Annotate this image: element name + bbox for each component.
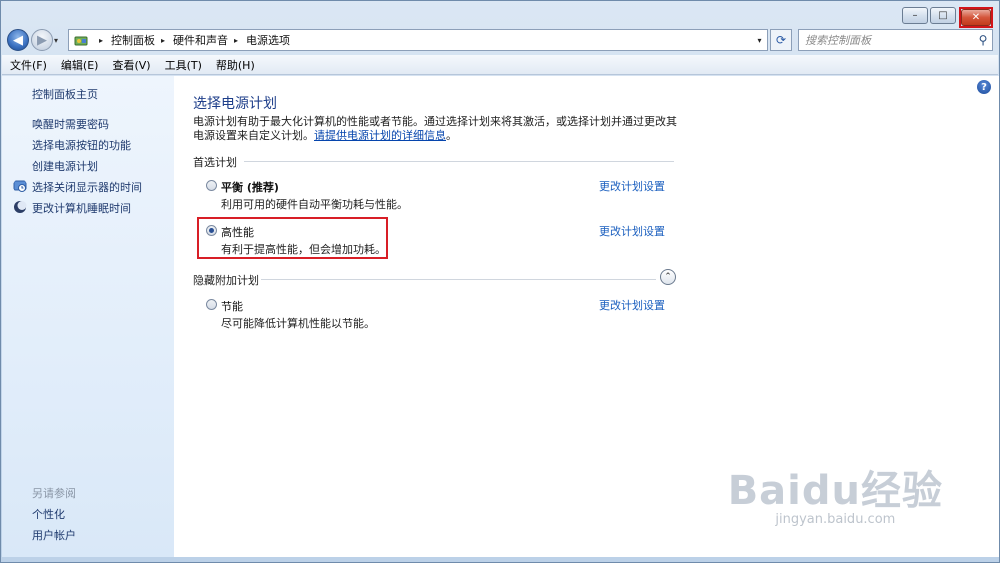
forward-button[interactable]: ▶ (31, 29, 53, 51)
back-button[interactable]: ◀ (7, 29, 29, 51)
navigation-bar: ◀ ▶ ▾ ▸ 控制面板 ▸ 硬件和声音 ▸ 电源选项 ▾ ⟳ 搜索控制面板 ⚲ (7, 28, 993, 52)
sidebar-link-sleep-time[interactable]: 更改计算机睡眠时间 (32, 200, 131, 216)
sidebar-link-user-accounts[interactable]: 用户帐户 (32, 527, 76, 543)
maximize-button[interactable]: □ (930, 7, 956, 24)
see-also-label: 另请参阅 (32, 487, 76, 500)
plan-radio-high-performance[interactable] (206, 225, 217, 236)
plan-name: 节能 (221, 300, 243, 313)
menu-edit[interactable]: 编辑(E) (61, 57, 99, 73)
page-title: 选择电源计划 (193, 96, 277, 112)
preferred-plans-label: 首选计划 (193, 156, 237, 169)
breadcrumb-separator[interactable]: ▸ (234, 36, 238, 45)
moon-sleep-icon (14, 201, 27, 213)
plan-name: 平衡 (推荐) (221, 181, 279, 194)
close-button[interactable]: ✕ (961, 9, 991, 26)
hidden-plans-label: 隐藏附加计划 (193, 274, 259, 287)
menu-view[interactable]: 查看(V) (112, 57, 150, 73)
menu-file[interactable]: 文件(F) (10, 57, 47, 73)
main-content: ? 选择电源计划 电源计划有助于最大化计算机的性能或者节能。通过选择计划来将其激… (174, 76, 999, 557)
group-divider (244, 161, 674, 162)
address-dropdown-button[interactable]: ▾ (751, 35, 767, 45)
plan-name: 高性能 (221, 226, 254, 239)
address-bar[interactable]: ▸ 控制面板 ▸ 硬件和声音 ▸ 电源选项 ▾ (68, 29, 768, 51)
caption-buttons: – □ ✕ (902, 7, 993, 28)
baidu-watermark: Baidu经验 jingyan.baidu.com (728, 458, 943, 527)
group-divider (261, 279, 656, 280)
menu-help[interactable]: 帮助(H) (216, 57, 255, 73)
page-description: 电源计划有助于最大化计算机的性能或者节能。通过选择计划来将其激活，或选择计划并通… (193, 115, 678, 143)
plan-description: 利用可用的硬件自动平衡功耗与性能。 (221, 198, 408, 211)
sidebar: 控制面板主页 唤醒时需要密码 选择电源按钮的功能 创建电源计划 选择关闭显示器的… (2, 76, 174, 557)
search-input[interactable]: 搜索控制面板 (805, 32, 974, 48)
change-plan-settings-power-saver[interactable]: 更改计划设置 (599, 297, 665, 313)
help-icon[interactable]: ? (977, 80, 991, 94)
window-frame: – □ ✕ ◀ ▶ ▾ ▸ 控制面板 ▸ 硬件和声音 ▸ 电源选项 ▾ ⟳ 搜索… (0, 0, 1000, 563)
minimize-button[interactable]: – (902, 7, 928, 24)
change-plan-settings-balanced[interactable]: 更改计划设置 (599, 178, 665, 194)
breadcrumb-hardware-sound[interactable]: 硬件和声音 (173, 32, 228, 48)
sidebar-link-create-plan[interactable]: 创建电源计划 (32, 158, 98, 174)
sidebar-link-power-button[interactable]: 选择电源按钮的功能 (32, 137, 131, 153)
breadcrumb-separator[interactable]: ▸ (161, 36, 165, 45)
breadcrumb-control-panel[interactable]: 控制面板 (111, 32, 155, 48)
change-plan-settings-high-performance[interactable]: 更改计划设置 (599, 223, 665, 239)
monitor-clock-icon (13, 180, 27, 192)
plan-radio-power-saver[interactable] (206, 299, 217, 310)
menu-tools[interactable]: 工具(T) (165, 57, 202, 73)
control-panel-icon (74, 36, 88, 46)
plan-description: 有利于提高性能，但会增加功耗。 (221, 243, 386, 256)
watermark-logo-text: Baidu经验 (727, 468, 943, 514)
collapse-hidden-plans-button[interactable]: ⌃ (660, 269, 676, 285)
search-box[interactable]: 搜索控制面板 ⚲ (798, 29, 993, 51)
sidebar-link-control-panel-home[interactable]: 控制面板主页 (32, 86, 98, 102)
refresh-button[interactable]: ⟳ (770, 29, 792, 51)
plan-description: 尽可能降低计算机性能以节能。 (221, 317, 375, 330)
sidebar-link-wake-password[interactable]: 唤醒时需要密码 (32, 116, 109, 132)
search-icon[interactable]: ⚲ (974, 33, 992, 47)
plan-radio-balanced[interactable] (206, 180, 217, 191)
breadcrumb-power-options[interactable]: 电源选项 (246, 32, 290, 48)
sidebar-link-personalization[interactable]: 个性化 (32, 506, 65, 522)
menu-bar: 文件(F) 编辑(E) 查看(V) 工具(T) 帮助(H) (2, 55, 998, 75)
sidebar-link-display-off[interactable]: 选择关闭显示器的时间 (32, 179, 142, 195)
recent-pages-dropdown[interactable]: ▾ (54, 36, 64, 45)
description-end: 。 (446, 129, 457, 142)
plan-details-link[interactable]: 请提供电源计划的详细信息 (314, 129, 446, 142)
close-button-highlight: ✕ (959, 7, 993, 28)
breadcrumb-separator: ▸ (99, 35, 104, 45)
